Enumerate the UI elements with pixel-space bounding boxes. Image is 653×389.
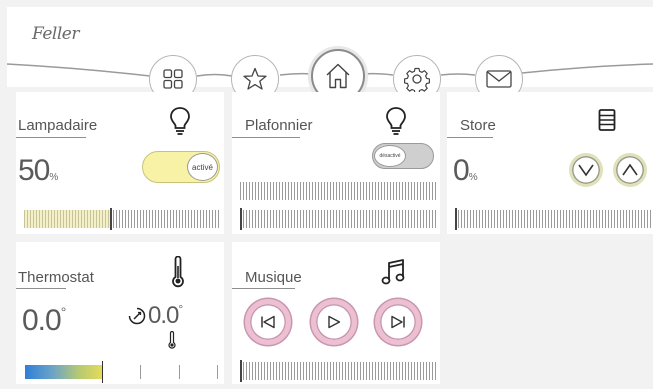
- next-icon: [391, 315, 405, 329]
- previous-icon: [261, 315, 275, 329]
- gear-icon: [404, 67, 430, 92]
- plafonnier-toggle[interactable]: désactivé: [372, 143, 434, 169]
- title-underline: [447, 137, 493, 138]
- blinds-icon: [598, 109, 616, 131]
- lampadaire-toggle[interactable]: activé: [142, 151, 220, 183]
- card-title: Plafonnier: [245, 117, 313, 134]
- brightness-slider[interactable]: [240, 208, 436, 230]
- card-title: Lampadaire: [18, 117, 98, 134]
- chevron-up-icon: [622, 163, 638, 176]
- chevron-down-icon: [578, 164, 594, 177]
- card-musique: Musique: [232, 242, 440, 384]
- brightness-slider[interactable]: [24, 208, 220, 230]
- star-icon: [243, 67, 267, 90]
- title-underline: [16, 137, 86, 138]
- next-track-button[interactable]: [375, 299, 421, 345]
- store-up-button[interactable]: [613, 153, 647, 187]
- title-underline: [232, 288, 295, 289]
- gradient-marker: [102, 361, 103, 383]
- lamp-level-value: 50%: [18, 154, 59, 187]
- setpoint-temperature-value[interactable]: 0.0°: [148, 302, 183, 330]
- slider-thumb[interactable]: [240, 208, 242, 230]
- slider-thumb[interactable]: [240, 360, 242, 382]
- mail-icon: [486, 70, 512, 88]
- card-plafonnier: Plafonnier désactivé: [232, 92, 440, 234]
- store-position-slider[interactable]: [455, 208, 653, 230]
- color-slider[interactable]: [240, 182, 436, 200]
- card-title: Store: [460, 117, 496, 134]
- title-underline: [16, 288, 66, 289]
- card-title: Thermostat: [18, 269, 94, 286]
- previous-track-button[interactable]: [245, 299, 291, 345]
- toggle-knob: désactivé: [374, 145, 406, 167]
- slider-fill: [24, 210, 111, 228]
- card-lampadaire: Lampadaire 50% activé: [16, 92, 224, 234]
- lightbulb-icon: [170, 107, 190, 135]
- volume-slider[interactable]: [240, 360, 436, 382]
- play-button[interactable]: [311, 299, 357, 345]
- thermometer-icon: [172, 256, 184, 288]
- card-thermostat: Thermostat 0.0° 0.0°: [16, 242, 224, 384]
- setpoint-dial-icon: [128, 307, 146, 325]
- lightbulb-icon: [386, 107, 406, 135]
- home-icon: [326, 63, 350, 89]
- grid-icon: [163, 69, 183, 89]
- scale-tick: [179, 365, 180, 379]
- music-note-icon: [381, 259, 405, 285]
- current-temperature-value: 0.0°: [22, 304, 67, 337]
- store-down-button[interactable]: [569, 153, 603, 187]
- slider-thumb[interactable]: [110, 208, 113, 230]
- scale-tick: [140, 365, 141, 379]
- title-underline: [232, 137, 300, 138]
- slider-track: [110, 210, 220, 228]
- temperature-gradient-bar[interactable]: [25, 365, 102, 379]
- scale-tick: [217, 365, 218, 379]
- card-title: Musique: [245, 269, 302, 286]
- store-position-value: 0%: [453, 154, 478, 187]
- slider-thumb[interactable]: [455, 208, 457, 230]
- toggle-knob: activé: [187, 153, 218, 181]
- card-store: Store 0%: [447, 92, 653, 234]
- play-icon: [328, 315, 341, 329]
- small-thermometer-icon: [168, 331, 176, 349]
